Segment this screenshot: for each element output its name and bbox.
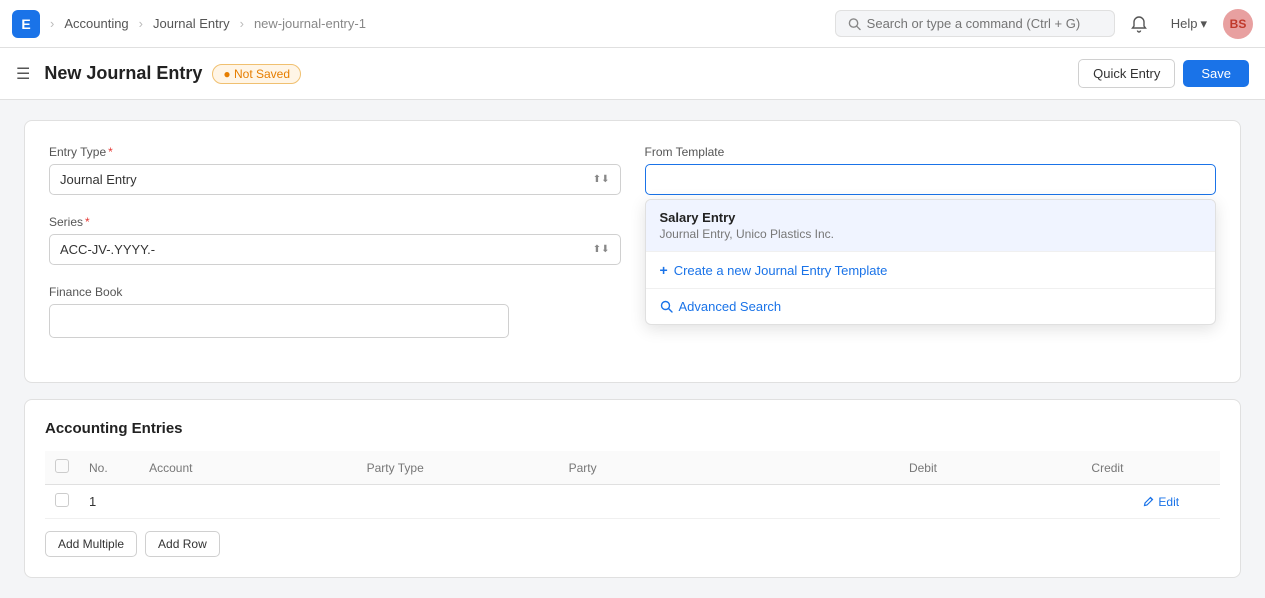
series-label: Series*	[49, 215, 621, 229]
finance-book-group: Finance Book	[49, 285, 509, 338]
select-all-checkbox[interactable]	[55, 459, 69, 473]
breadcrumb-sep-1: ›	[50, 16, 54, 31]
table-actions: Add Multiple Add Row	[45, 531, 1220, 557]
breadcrumb-current: new-journal-entry-1	[254, 16, 366, 31]
row-1-no: 1	[79, 485, 139, 519]
accounting-entries-title: Accounting Entries	[45, 420, 1220, 437]
help-menu[interactable]: Help ▾	[1163, 12, 1215, 36]
finance-book-label-text: Finance Book	[49, 285, 122, 299]
hamburger-menu[interactable]: ☰	[16, 64, 30, 84]
table-row: 1 Edit	[45, 485, 1220, 519]
series-required: *	[85, 215, 90, 229]
breadcrumb-sep-3: ›	[240, 16, 244, 31]
from-template-label: From Template	[645, 145, 1217, 159]
template-dropdown: Salary Entry Journal Entry, Unico Plasti…	[645, 199, 1217, 325]
entry-type-label-text: Entry Type	[49, 145, 106, 159]
add-row-button[interactable]: Add Row	[145, 531, 220, 557]
page-title: New Journal Entry	[44, 63, 202, 84]
series-label-text: Series	[49, 215, 83, 229]
user-avatar[interactable]: BS	[1223, 9, 1253, 39]
accounting-entries-table: No. Account Party Type Party Debit Credi…	[45, 451, 1220, 519]
breadcrumb-sep-2: ›	[139, 16, 143, 31]
entry-type-select[interactable]: Journal Entry ⬆⬇	[49, 164, 621, 195]
search-bar[interactable]	[835, 10, 1115, 37]
from-template-input[interactable]	[645, 164, 1217, 195]
quick-entry-button[interactable]: Quick Entry	[1078, 59, 1175, 88]
col-account: Account	[139, 451, 357, 485]
entry-type-arrows-icon: ⬆⬇	[593, 174, 610, 185]
help-label: Help	[1171, 16, 1198, 31]
help-chevron-icon: ▾	[1200, 16, 1207, 32]
entry-type-value: Journal Entry	[60, 172, 137, 187]
col-checkbox	[45, 451, 79, 485]
finance-book-label: Finance Book	[49, 285, 509, 299]
main-content: Entry Type* Journal Entry ⬆⬇ From Templa…	[0, 100, 1265, 598]
col-credit: Credit	[947, 451, 1133, 485]
row-1-party[interactable]	[559, 485, 761, 519]
advanced-search-label: Advanced Search	[679, 299, 782, 314]
series-arrows-icon: ⬆⬇	[593, 244, 610, 255]
form-card: Entry Type* Journal Entry ⬆⬇ From Templa…	[24, 120, 1241, 383]
advanced-search-link[interactable]: Advanced Search	[646, 289, 1216, 324]
row-1-debit[interactable]	[761, 485, 947, 519]
finance-book-input[interactable]	[49, 304, 509, 338]
not-saved-label: ● Not Saved	[223, 67, 290, 81]
table-header: No. Account Party Type Party Debit Credi…	[45, 451, 1220, 485]
col-party-type: Party Type	[357, 451, 559, 485]
search-icon	[848, 17, 861, 31]
col-party: Party	[559, 451, 761, 485]
entry-type-group: Entry Type* Journal Entry ⬆⬇	[49, 145, 621, 195]
row-1-edit-link[interactable]: Edit	[1143, 495, 1210, 509]
row-1-edit-cell: Edit	[1133, 485, 1220, 519]
row-1-credit[interactable]	[947, 485, 1133, 519]
edit-icon	[1143, 496, 1155, 508]
not-saved-badge: ● Not Saved	[212, 64, 301, 84]
series-value: ACC-JV-.YYYY.-	[60, 242, 155, 257]
edit-label: Edit	[1158, 495, 1179, 509]
table-body: 1 Edit	[45, 485, 1220, 519]
from-template-label-text: From Template	[645, 145, 725, 159]
notification-bell[interactable]	[1123, 8, 1155, 40]
row-1-party-type[interactable]	[357, 485, 559, 519]
series-group: Series* ACC-JV-.YYYY.- ⬆⬇	[49, 215, 621, 265]
advanced-search-icon	[660, 300, 673, 313]
plus-icon: +	[660, 262, 668, 278]
search-input[interactable]	[867, 16, 1102, 31]
from-template-group: From Template Salary Entry Journal Entry…	[645, 145, 1217, 195]
dropdown-item-salary-subtitle: Journal Entry, Unico Plastics Inc.	[660, 227, 1202, 241]
row-1-checkbox[interactable]	[55, 493, 69, 507]
form-row-1: Entry Type* Journal Entry ⬆⬇ From Templa…	[49, 145, 1216, 195]
save-button[interactable]: Save	[1183, 60, 1249, 87]
dropdown-item-salary-title: Salary Entry	[660, 210, 1202, 225]
subheader: ☰ New Journal Entry ● Not Saved Quick En…	[0, 48, 1265, 100]
create-template-link[interactable]: + Create a new Journal Entry Template	[646, 252, 1216, 288]
entry-type-required: *	[108, 145, 113, 159]
app-icon[interactable]: E	[12, 10, 40, 38]
add-multiple-button[interactable]: Add Multiple	[45, 531, 137, 557]
row-1-checkbox-cell	[45, 485, 79, 519]
app-icon-letter: E	[21, 16, 30, 32]
col-debit: Debit	[761, 451, 947, 485]
col-actions	[1133, 451, 1220, 485]
template-wrapper: Salary Entry Journal Entry, Unico Plasti…	[645, 164, 1217, 195]
series-select[interactable]: ACC-JV-.YYYY.- ⬆⬇	[49, 234, 621, 265]
row-1-account[interactable]	[139, 485, 357, 519]
table-header-row: No. Account Party Type Party Debit Credi…	[45, 451, 1220, 485]
entry-type-label: Entry Type*	[49, 145, 621, 159]
accounting-entries-card: Accounting Entries No. Account Party Typ…	[24, 399, 1241, 578]
navbar: E › Accounting › Journal Entry › new-jou…	[0, 0, 1265, 48]
subheader-actions: Quick Entry Save	[1078, 59, 1249, 88]
dropdown-item-salary[interactable]: Salary Entry Journal Entry, Unico Plasti…	[646, 200, 1216, 251]
breadcrumb-journal-entry[interactable]: Journal Entry	[153, 16, 230, 31]
create-template-label: Create a new Journal Entry Template	[674, 263, 888, 278]
breadcrumb-accounting[interactable]: Accounting	[64, 16, 128, 31]
col-no: No.	[79, 451, 139, 485]
avatar-initials: BS	[1230, 17, 1247, 31]
